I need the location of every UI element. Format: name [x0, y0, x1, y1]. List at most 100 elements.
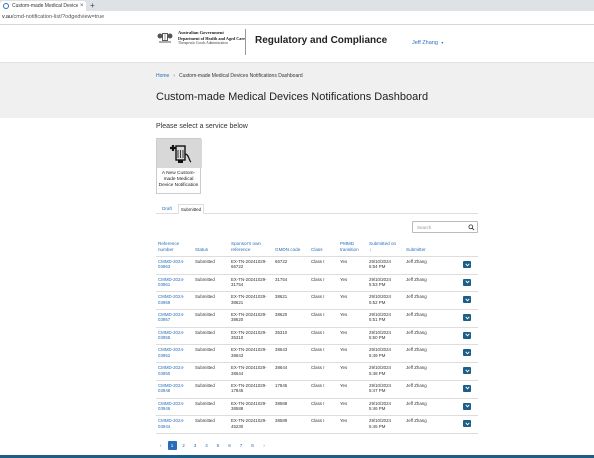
tile-label[interactable]: A New Custom-made Medical Device Notific… [157, 168, 200, 189]
search-icon[interactable] [468, 224, 475, 231]
pagination-page[interactable]: 1 [167, 441, 177, 450]
pagination-page[interactable]: 2 [179, 441, 188, 450]
cell-submitted-on: 29/10/2024 5:52 PM [369, 294, 391, 305]
cell-sponsor-reference: EX-TN-20241029- 38621 [231, 294, 267, 305]
pagination-page[interactable]: 5 [214, 441, 223, 450]
cell-gmdn: 38621 [275, 294, 288, 300]
table-row[interactable]: CMMD-2024- 03963 Submitted EX-TN-20241029- 6… [156, 256, 478, 274]
header-sponsor-reference[interactable]: Sponsor's own reference [231, 241, 269, 252]
table-row[interactable]: CMMD-2024- 03946 Submitted EX-TN-20241029- 3… [156, 397, 478, 416]
cell-reference[interactable]: CMMD-2024- 03944 [158, 418, 184, 429]
cell-sponsor-reference: EX-TN-20241029- 45230 [231, 418, 267, 429]
cell-submitted-on: 29/10/2024 5:45 PM [369, 418, 391, 429]
cell-reference[interactable]: CMMD-2024- 03946 [158, 401, 184, 412]
tab-submitted[interactable]: Submitted [178, 204, 204, 214]
expand-row-button[interactable] [463, 402, 471, 410]
cell-submitted-on: 29/10/2024 5:47 PM [369, 382, 391, 394]
cell-submitter: Jeff Zhang [406, 276, 427, 282]
cell-sponsor-reference: EX-TN-20241029- 38644 [231, 365, 267, 376]
service-heading: Please select a service below [156, 123, 248, 130]
pagination-page[interactable]: 4 [202, 441, 211, 450]
pagination-next[interactable]: › [260, 441, 269, 450]
cell-pmmd: Yes [340, 347, 348, 353]
cell-gmdn: 17845 [275, 382, 288, 388]
cell-reference[interactable]: CMMD-2024- 03948 [158, 383, 184, 394]
cell-status: Submitted [195, 365, 215, 371]
pagination-page[interactable]: 6 [225, 441, 234, 450]
expand-row-button[interactable] [463, 314, 471, 322]
expand-row-button[interactable] [463, 331, 471, 339]
expand-row-button[interactable] [463, 296, 471, 304]
table-bottom-border [156, 432, 478, 434]
table-row[interactable]: CMMD-2024- 03959 Submitted EX-TN-20241029- 3… [156, 291, 478, 309]
url-text[interactable]: v.au/cmd-notification-list/?odgedview=tr… [2, 14, 104, 20]
sort-desc-icon[interactable]: ↓ [369, 247, 371, 252]
cell-reference[interactable]: CMMD-2024- 03961 [158, 277, 184, 288]
expand-row-button[interactable] [463, 367, 471, 375]
cell-reference[interactable]: CMMD-2024- 03959 [158, 294, 184, 305]
table-row[interactable]: CMMD-2024- 03955 Submitted EX-TN-20241029- 3… [156, 326, 478, 345]
cell-gmdn: 38644 [275, 365, 288, 371]
site-header: Australian Government Department of Heal… [0, 25, 594, 63]
cell-submitter: Jeff Zhang [406, 400, 427, 406]
header-submitter[interactable]: Submitter [406, 247, 426, 253]
header-reference[interactable]: Reference number [158, 241, 190, 252]
browser-tab[interactable]: Custom-made Medical Devices N × [0, 1, 86, 11]
pagination-page[interactable]: 8 [248, 441, 257, 450]
header-pmmd[interactable]: PMMD transition [340, 241, 366, 252]
new-tab-button[interactable]: + [90, 1, 95, 10]
new-notification-tile[interactable]: A New Custom-made Medical Device Notific… [156, 138, 202, 194]
cell-submitter: Jeff Zhang [406, 365, 427, 371]
address-bar[interactable]: v.au/cmd-notification-list/?odgedview=tr… [0, 11, 594, 25]
page-banner: Home › Custom-made Medical Devices Notific… [0, 63, 594, 118]
header-class[interactable]: Class [311, 247, 323, 253]
cell-reference[interactable]: CMMD-2024- 03950 [158, 365, 184, 376]
breadcrumb-home-link[interactable]: Home [156, 73, 169, 79]
table-row[interactable]: CMMD-2024- 03950 Submitted EX-TN-20241029- 3… [156, 362, 478, 380]
cell-pmmd: Yes [340, 400, 348, 406]
tab-draft[interactable]: Draft [156, 204, 178, 214]
table-row[interactable]: CMMD-2024- 03952 Submitted EX-TN-20241029- 3… [156, 344, 478, 362]
expand-row-button[interactable] [463, 420, 471, 428]
chevron-down-icon [464, 404, 470, 408]
cell-sponsor-reference: EX-TN-20241029- 31754 [231, 276, 267, 288]
cell-status: Submitted [195, 312, 215, 318]
chevron-down-icon[interactable]: ▾ [441, 40, 443, 45]
pagination-prev[interactable]: ‹ [156, 441, 165, 450]
table-row[interactable]: CMMD-2024- 03948 Submitted EX-TN-20241029- 1… [156, 379, 478, 398]
cell-pmmd: Yes [340, 382, 348, 388]
government-logo-text: Australian Government Department of Heal… [178, 30, 246, 45]
tile-image [157, 139, 202, 168]
cell-pmmd: Yes [340, 418, 348, 424]
header-status[interactable]: Status [195, 247, 208, 253]
expand-row-button[interactable] [463, 278, 471, 286]
cell-sponsor-reference: EX-TN-20241029- 38643 [231, 347, 267, 358]
cell-reference[interactable]: CMMD-2024- 03957 [158, 312, 184, 323]
header-gmdn[interactable]: GMDN code [275, 247, 300, 253]
cell-reference[interactable]: CMMD-2024- 03963 [158, 259, 184, 270]
cell-status: Submitted [195, 259, 215, 264]
table-row[interactable]: CMMD-2024- 03957 Submitted EX-TN-20241029- 3… [156, 309, 478, 327]
search-placeholder: Search [417, 225, 432, 230]
cell-status: Submitted [195, 294, 215, 300]
expand-row-button[interactable] [463, 349, 471, 357]
pagination-page[interactable]: 7 [237, 441, 246, 450]
user-name[interactable]: Jeff Zhang [412, 40, 438, 46]
cell-pmmd: Yes [340, 276, 348, 282]
cell-status: Submitted [195, 382, 215, 388]
cell-class: Class I [311, 312, 325, 318]
header-submitted-on[interactable]: Submitted on ↓ [369, 241, 396, 252]
pagination-page[interactable]: 3 [191, 441, 200, 450]
table-row[interactable]: CMMD-2024- 03944 Submitted EX-TN-20241029- 4… [156, 415, 478, 433]
expand-row-button[interactable] [463, 384, 471, 392]
cell-sponsor-reference: EX-TN-20241029- 38620 [231, 312, 267, 323]
table-row[interactable]: CMMD-2024- 03961 Submitted EX-TN-20241029- 3… [156, 273, 478, 292]
expand-row-button[interactable] [463, 261, 471, 268]
cell-reference[interactable]: CMMD-2024- 03955 [158, 330, 184, 341]
cell-reference[interactable]: CMMD-2024- 03952 [158, 347, 184, 358]
user-menu[interactable]: Jeff Zhang ▾ [412, 40, 443, 46]
cell-gmdn: 35310 [275, 329, 288, 335]
breadcrumb: Home › Custom-made Medical Devices Notific… [156, 73, 303, 79]
search-input[interactable]: Search [412, 221, 478, 233]
close-tab-icon[interactable]: × [80, 3, 84, 9]
